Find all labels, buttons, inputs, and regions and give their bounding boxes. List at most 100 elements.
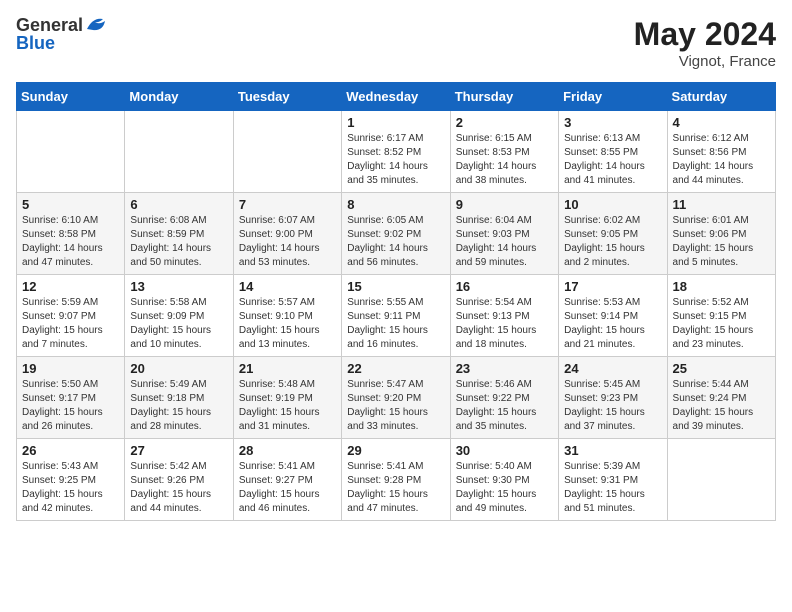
- calendar-cell: 25 Sunrise: 5:44 AMSunset: 9:24 PMDayligh…: [667, 357, 775, 439]
- calendar-cell: 26 Sunrise: 5:43 AMSunset: 9:25 PMDayligh…: [17, 439, 125, 521]
- day-number: 2: [456, 115, 553, 130]
- cell-content: Sunrise: 5:47 AMSunset: 9:20 PMDaylight:…: [347, 378, 444, 434]
- day-number: 4: [673, 115, 770, 130]
- day-number: 8: [347, 197, 444, 212]
- day-number: 31: [564, 443, 661, 458]
- cell-content: Sunrise: 5:57 AMSunset: 9:10 PMDaylight:…: [239, 296, 336, 352]
- calendar-cell: [667, 439, 775, 521]
- day-number: 23: [456, 361, 553, 376]
- calendar-cell: 2 Sunrise: 6:15 AMSunset: 8:53 PMDaylight…: [450, 111, 558, 193]
- calendar-week-row: 5Sunrise: 6:10 AMSunset: 8:58 PMDaylight…: [17, 193, 776, 275]
- cell-content: Sunrise: 6:05 AMSunset: 9:02 PMDaylight:…: [347, 214, 444, 270]
- cell-content: Sunrise: 5:45 AMSunset: 9:23 PMDaylight:…: [564, 378, 661, 434]
- cell-content: Sunrise: 5:43 AMSunset: 9:25 PMDaylight:…: [22, 460, 119, 516]
- title-block: May 2024 Vignot, France: [634, 16, 776, 70]
- calendar-cell: 10Sunrise: 6:02 AMSunset: 9:05 PMDayligh…: [559, 193, 667, 275]
- day-number: 21: [239, 361, 336, 376]
- cell-content: Sunrise: 5:48 AMSunset: 9:19 PMDaylight:…: [239, 378, 336, 434]
- cell-content: Sunrise: 5:41 AMSunset: 9:27 PMDaylight:…: [239, 460, 336, 516]
- day-number: 5: [22, 197, 119, 212]
- calendar-cell: 18 Sunrise: 5:52 AMSunset: 9:15 PMDayligh…: [667, 275, 775, 357]
- weekday-header: Wednesday: [342, 83, 450, 111]
- day-number: 13: [130, 279, 227, 294]
- day-number: 17: [564, 279, 661, 294]
- day-number: 26: [22, 443, 119, 458]
- cell-content: Sunrise: 6:04 AMSunset: 9:03 PMDaylight:…: [456, 214, 553, 270]
- day-number: 16: [456, 279, 553, 294]
- calendar-cell: 15Sunrise: 5:55 AMSunset: 9:11 PMDayligh…: [342, 275, 450, 357]
- weekday-header: Saturday: [667, 83, 775, 111]
- cell-content: Sunrise: 6:08 AMSunset: 8:59 PMDaylight:…: [130, 214, 227, 270]
- calendar-cell: 31Sunrise: 5:39 AMSunset: 9:31 PMDayligh…: [559, 439, 667, 521]
- weekday-header: Tuesday: [233, 83, 341, 111]
- calendar-cell: 30 Sunrise: 5:40 AMSunset: 9:30 PMDayligh…: [450, 439, 558, 521]
- logo-general: General: [16, 16, 83, 34]
- cell-content: Sunrise: 5:42 AMSunset: 9:26 PMDaylight:…: [130, 460, 227, 516]
- calendar-cell: 13Sunrise: 5:58 AMSunset: 9:09 PMDayligh…: [125, 275, 233, 357]
- calendar-week-row: 1 Sunrise: 6:17 AMSunset: 8:52 PMDaylight…: [17, 111, 776, 193]
- cell-content: Sunrise: 5:40 AMSunset: 9:30 PMDaylight:…: [456, 460, 553, 516]
- weekday-header: Monday: [125, 83, 233, 111]
- calendar-week-row: 26 Sunrise: 5:43 AMSunset: 9:25 PMDayligh…: [17, 439, 776, 521]
- cell-content: Sunrise: 6:13 AMSunset: 8:55 PMDaylight:…: [564, 132, 661, 188]
- calendar-cell: [233, 111, 341, 193]
- cell-content: Sunrise: 6:12 AMSunset: 8:56 PMDaylight:…: [673, 132, 770, 188]
- day-number: 9: [456, 197, 553, 212]
- calendar-cell: [17, 111, 125, 193]
- cell-content: Sunrise: 5:44 AMSunset: 9:24 PMDaylight:…: [673, 378, 770, 434]
- calendar-cell: 24 Sunrise: 5:45 AMSunset: 9:23 PMDayligh…: [559, 357, 667, 439]
- day-number: 14: [239, 279, 336, 294]
- calendar-cell: 19Sunrise: 5:50 AMSunset: 9:17 PMDayligh…: [17, 357, 125, 439]
- calendar-cell: 29Sunrise: 5:41 AMSunset: 9:28 PMDayligh…: [342, 439, 450, 521]
- day-number: 10: [564, 197, 661, 212]
- logo-bird-icon: [85, 15, 107, 33]
- weekday-header: Sunday: [17, 83, 125, 111]
- day-number: 28: [239, 443, 336, 458]
- cell-content: Sunrise: 5:49 AMSunset: 9:18 PMDaylight:…: [130, 378, 227, 434]
- calendar-cell: 28 Sunrise: 5:41 AMSunset: 9:27 PMDayligh…: [233, 439, 341, 521]
- calendar-cell: 17 Sunrise: 5:53 AMSunset: 9:14 PMDayligh…: [559, 275, 667, 357]
- cell-content: Sunrise: 5:54 AMSunset: 9:13 PMDaylight:…: [456, 296, 553, 352]
- day-number: 24: [564, 361, 661, 376]
- logo-blue: Blue: [16, 33, 55, 53]
- cell-content: Sunrise: 5:52 AMSunset: 9:15 PMDaylight:…: [673, 296, 770, 352]
- cell-content: Sunrise: 5:50 AMSunset: 9:17 PMDaylight:…: [22, 378, 119, 434]
- cell-content: Sunrise: 6:15 AMSunset: 8:53 PMDaylight:…: [456, 132, 553, 188]
- calendar-cell: 3Sunrise: 6:13 AMSunset: 8:55 PMDaylight…: [559, 111, 667, 193]
- calendar-table: SundayMondayTuesdayWednesdayThursdayFrid…: [16, 82, 776, 521]
- calendar-cell: 7 Sunrise: 6:07 AMSunset: 9:00 PMDaylight…: [233, 193, 341, 275]
- day-number: 7: [239, 197, 336, 212]
- logo: General Blue: [16, 16, 107, 54]
- cell-content: Sunrise: 5:59 AMSunset: 9:07 PMDaylight:…: [22, 296, 119, 352]
- page-header: General Blue May 2024 Vignot, France: [16, 16, 776, 70]
- calendar-cell: 8 Sunrise: 6:05 AMSunset: 9:02 PMDaylight…: [342, 193, 450, 275]
- cell-content: Sunrise: 5:53 AMSunset: 9:14 PMDaylight:…: [564, 296, 661, 352]
- day-number: 1: [347, 115, 444, 130]
- weekday-header: Friday: [559, 83, 667, 111]
- location-title: Vignot, France: [634, 53, 776, 70]
- cell-content: Sunrise: 6:07 AMSunset: 9:00 PMDaylight:…: [239, 214, 336, 270]
- calendar-cell: 11Sunrise: 6:01 AMSunset: 9:06 PMDayligh…: [667, 193, 775, 275]
- cell-content: Sunrise: 5:41 AMSunset: 9:28 PMDaylight:…: [347, 460, 444, 516]
- calendar-cell: 20Sunrise: 5:49 AMSunset: 9:18 PMDayligh…: [125, 357, 233, 439]
- day-number: 6: [130, 197, 227, 212]
- day-number: 30: [456, 443, 553, 458]
- day-number: 27: [130, 443, 227, 458]
- calendar-cell: 9 Sunrise: 6:04 AMSunset: 9:03 PMDaylight…: [450, 193, 558, 275]
- day-number: 18: [673, 279, 770, 294]
- calendar-cell: 27 Sunrise: 5:42 AMSunset: 9:26 PMDayligh…: [125, 439, 233, 521]
- calendar-cell: 23Sunrise: 5:46 AMSunset: 9:22 PMDayligh…: [450, 357, 558, 439]
- calendar-cell: 14 Sunrise: 5:57 AMSunset: 9:10 PMDayligh…: [233, 275, 341, 357]
- day-number: 25: [673, 361, 770, 376]
- calendar-cell: 22Sunrise: 5:47 AMSunset: 9:20 PMDayligh…: [342, 357, 450, 439]
- cell-content: Sunrise: 6:17 AMSunset: 8:52 PMDaylight:…: [347, 132, 444, 188]
- calendar-week-row: 12 Sunrise: 5:59 AMSunset: 9:07 PMDayligh…: [17, 275, 776, 357]
- month-title: May 2024: [634, 16, 776, 53]
- day-number: 11: [673, 197, 770, 212]
- calendar-cell: 5Sunrise: 6:10 AMSunset: 8:58 PMDaylight…: [17, 193, 125, 275]
- calendar-cell: [125, 111, 233, 193]
- calendar-cell: 12 Sunrise: 5:59 AMSunset: 9:07 PMDayligh…: [17, 275, 125, 357]
- day-number: 12: [22, 279, 119, 294]
- day-number: 15: [347, 279, 444, 294]
- calendar-cell: 16 Sunrise: 5:54 AMSunset: 9:13 PMDayligh…: [450, 275, 558, 357]
